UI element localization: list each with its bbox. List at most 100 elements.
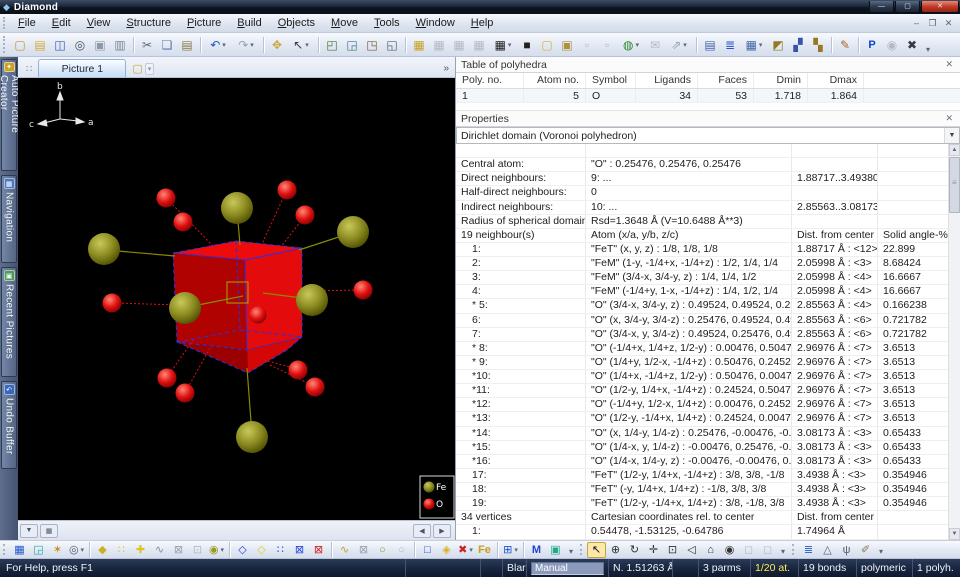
create-bond-button[interactable]: ∿ — [335, 542, 354, 558]
preview-zoom-button[interactable]: ◎ — [67, 542, 86, 558]
toolbar-overflow[interactable]: ▾ — [879, 547, 883, 558]
viewing-angle-tool-button[interactable]: ◁ — [682, 542, 701, 558]
properties-row[interactable]: 3: "FeM" (3/4-x, 3/4-y, z) : 1/4, 1/4, 1… — [456, 271, 948, 285]
chart-powder-button[interactable]: ▞ — [788, 36, 808, 54]
panel-expand-chevron[interactable]: » — [439, 63, 453, 77]
connect-atoms-button[interactable]: ∿ — [150, 542, 169, 558]
col-symbol[interactable]: Symbol — [586, 73, 636, 88]
picture-viewer-button[interactable]: ▦ — [10, 542, 29, 558]
render-screen-button[interactable]: ■ — [517, 36, 537, 54]
tools-options-button[interactable]: ✖ — [902, 36, 922, 54]
toolbar-overflow[interactable]: ▾ — [781, 547, 785, 558]
properties-row[interactable]: 1: 0.54478, -1.53125, -0.64786 1.74964 Å — [456, 525, 948, 539]
properties-panel-close-icon[interactable]: ✕ — [943, 113, 955, 124]
cell-edges-button[interactable]: ⊠ — [169, 542, 188, 558]
properties-row[interactable]: 4: "FeM" (-1/4+y, 1-x, -1/4+z) : 1/4, 1/… — [456, 285, 948, 299]
ring-olive-button[interactable]: ○ — [373, 542, 392, 558]
shift-tool-button[interactable]: ⊕ — [606, 542, 625, 558]
view-picture-button[interactable]: ◲ — [342, 36, 362, 54]
properties-row[interactable]: *12: "O" (-1/4+y, 1/2-x, 1/4+z) : 0.0047… — [456, 398, 948, 412]
properties-row[interactable]: 18: "FeT" (-y, 1/4+x, 1/4+z) : -1/8, 3/8… — [456, 483, 948, 497]
print-preview-button[interactable]: ▣ — [90, 36, 110, 54]
hexagon-blue-button[interactable]: ◇ — [233, 542, 252, 558]
toolbar-overflow[interactable]: ▾ — [926, 45, 930, 56]
table-angles-button[interactable]: ▦ — [429, 36, 449, 54]
scrollbar-thumb[interactable] — [949, 157, 960, 213]
Build[interactable]: Build — [229, 15, 269, 31]
properties-row[interactable]: Radius of spherical domain: Rsd=1.3648 Å… — [456, 215, 948, 229]
grid-menu-button[interactable]: ▦ — [489, 36, 517, 54]
properties-row[interactable]: 34 vertices Cartesian coordinates rel. t… — [456, 511, 948, 525]
properties-row[interactable]: *16: "O" (1/4-x, 1/4-y, z) : -0.00476, -… — [456, 455, 948, 469]
properties-row[interactable]: * 5: "O" (3/4-x, 3/4-y, z) : 0.49524, 0.… — [456, 299, 948, 313]
properties-row[interactable]: Indirect neighbours: 10: ... 2.85563..3.… — [456, 201, 948, 215]
measure-rubber-button[interactable]: ✐ — [856, 542, 875, 558]
Edit[interactable]: Edit — [44, 15, 79, 31]
datasheet-button[interactable]: ▦ — [40, 524, 58, 538]
mdi-restore-button[interactable]: ❐ — [926, 18, 939, 29]
spin-tool-button[interactable]: ◉ — [720, 542, 739, 558]
properties-row[interactable] — [456, 144, 948, 158]
new-picture-tab-button[interactable]: ▢ ▾ — [132, 62, 154, 77]
cluster-button[interactable]: ⊡ — [188, 542, 207, 558]
copy-button[interactable]: ❏ — [157, 36, 177, 54]
polyhedra-panel-close-icon[interactable]: ✕ — [943, 59, 955, 70]
table-torsions-button[interactable]: ▦ — [469, 36, 489, 54]
measure-m-button[interactable]: M — [527, 542, 546, 558]
properties-view-selector[interactable]: Dirichlet domain (Voronoi polyhedron) ▼ — [456, 127, 960, 144]
fly-tool-button[interactable]: ⌂ — [701, 542, 720, 558]
rotate-tool-button[interactable]: ↻ — [625, 542, 644, 558]
tool-disabled-button[interactable]: ◻ — [758, 542, 777, 558]
layout-table-button[interactable]: ▦ — [740, 36, 768, 54]
view-rotate-button[interactable]: ◳ — [362, 36, 382, 54]
select-pointer-button[interactable]: ↖ — [287, 36, 315, 54]
chart-structure-button[interactable]: ◩ — [768, 36, 788, 54]
fill-atoms-button[interactable]: ∷ — [112, 542, 131, 558]
redo-button[interactable]: ↷ — [232, 36, 260, 54]
properties-row[interactable]: 7: "O" (3/4-x, y, 3/4-z) : 0.49524, 0.25… — [456, 328, 948, 342]
combo-dropdown-icon[interactable]: ▼ — [944, 128, 959, 143]
tool-disabled-button[interactable]: ◻ — [739, 542, 758, 558]
Help[interactable]: Help — [463, 15, 502, 31]
properties-row[interactable]: *13: "O" (1/2-y, -1/4+x, 1/4+z) : 0.2452… — [456, 412, 948, 426]
pan-hand-button[interactable]: ✥ — [267, 36, 287, 54]
table-planes-button[interactable]: ▦ — [449, 36, 469, 54]
col-faces[interactable]: Faces — [698, 73, 754, 88]
brush-cleanup-button[interactable]: ✎ — [835, 36, 855, 54]
atoms-blue-button[interactable]: ∷ — [271, 542, 290, 558]
col-dmax[interactable]: Dmax — [808, 73, 864, 88]
properties-row[interactable]: *14: "O" (x, 1/4-y, 1/4-z) : 0.25476, -0… — [456, 427, 948, 441]
col-ligands[interactable]: Ligands — [636, 73, 698, 88]
cut-button[interactable]: ✂ — [137, 36, 157, 54]
lattice-x-blue-button[interactable]: ⊠ — [290, 542, 309, 558]
add-atom-button[interactable]: ✚ — [131, 542, 150, 558]
tab-scroll-right-button[interactable]: ▶ — [433, 524, 451, 538]
col-poly-no[interactable]: Poly. no. — [456, 73, 524, 88]
picture-pane-button[interactable]: ⊞ — [501, 542, 520, 558]
properties-row[interactable]: * 9: "O" (1/4+y, 1/2-x, -1/4+z) : 0.5047… — [456, 356, 948, 370]
sidebar-tab-navigation[interactable]: ▦ Navigation — [1, 175, 17, 263]
tab-scroll-left-button[interactable]: ◀ — [413, 524, 431, 538]
properties-row[interactable]: 19 neighbour(s) Atom (x/a, y/b, z/c) Dis… — [456, 229, 948, 243]
properties-row[interactable]: 19: "FeT" (1/2-y, -1/4+x, 1/4+z) : 3/8, … — [456, 497, 948, 511]
structure-3d-viewport[interactable]: b a c — [18, 78, 455, 520]
scroll-up-icon[interactable]: ▲ — [949, 144, 960, 156]
destroy-bond-button[interactable]: ⊠ — [354, 542, 373, 558]
sidebar-tab-undo-buffer[interactable]: ↶ Undo Buffer — [1, 381, 17, 469]
properties-row[interactable]: Central atom: "O" : 0.25476, 0.25476, 0.… — [456, 158, 948, 172]
mdi-minimize-button[interactable]: – — [910, 18, 923, 29]
open-file-button[interactable]: ▤ — [30, 36, 50, 54]
Tools[interactable]: Tools — [366, 15, 408, 31]
properties-row[interactable]: 6: "O" (x, 3/4-y, 3/4-z) : 0.25476, 0.49… — [456, 314, 948, 328]
properties-row[interactable]: Half-direct neighbours: 0 — [456, 186, 948, 200]
File[interactable]: File — [10, 15, 44, 31]
maximize-button[interactable]: ▢ — [895, 1, 920, 13]
export-button[interactable]: ⇗ — [665, 36, 693, 54]
hexagon-yellow-button[interactable]: ◇ — [252, 542, 271, 558]
properties-row[interactable]: *11: "O" (1/2-y, 1/4+x, -1/4+z) : 0.2452… — [456, 384, 948, 398]
destroy-x-button[interactable]: ✖ — [456, 542, 475, 558]
spin-up-button[interactable]: ▼ — [20, 524, 38, 538]
table-distances-button[interactable]: ▦ — [409, 36, 429, 54]
properties-row[interactable]: 1: "FeT" (x, y, z) : 1/8, 1/8, 1/8 1.887… — [456, 243, 948, 257]
measure-torsion-button[interactable]: ψ — [837, 542, 856, 558]
